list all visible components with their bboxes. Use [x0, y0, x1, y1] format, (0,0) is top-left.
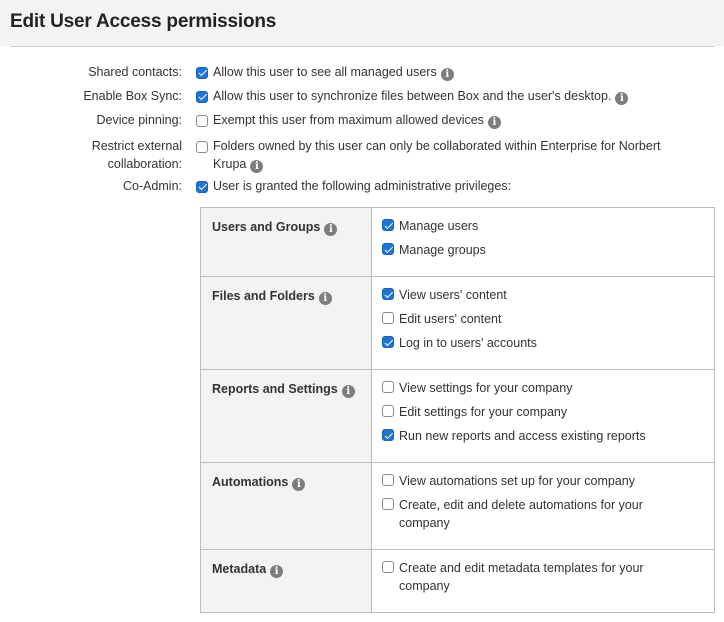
category-label: Reports and Settings — [212, 382, 338, 396]
privilege-row-metadata: Metadata i Create and edit metadata templ… — [200, 549, 715, 613]
checkbox-box[interactable] — [382, 381, 394, 393]
page-title: Edit User Access permissions — [10, 11, 277, 32]
privilege-option[interactable]: Edit users' content — [382, 310, 704, 328]
setting-text-wrapper: Allow this user to synchronize files bet… — [213, 87, 718, 105]
privilege-option[interactable]: Edit settings for your company — [382, 403, 704, 421]
box-sync-checkbox[interactable] — [196, 88, 208, 103]
setting-label: Shared contacts: — [88, 65, 182, 79]
checkbox-box[interactable] — [196, 140, 208, 153]
privilege-category: Automations i — [200, 462, 372, 550]
setting-text-wrapper: Folders owned by this user can only be c… — [213, 137, 683, 173]
co-admin-checkbox[interactable] — [196, 178, 208, 193]
privilege-option[interactable]: Create, edit and delete automations for … — [382, 496, 652, 532]
info-icon[interactable]: i — [487, 116, 501, 129]
checkbox-box[interactable] — [382, 429, 394, 441]
checkbox-box[interactable] — [382, 243, 394, 255]
privilege-row-files-folders: Files and Folders i View users' content E… — [200, 276, 715, 370]
privileges-table: Users and Groups i Manage users Manage gr… — [200, 207, 715, 613]
privilege-options: Manage users Manage groups — [371, 207, 715, 277]
option-label: View settings for your company — [399, 381, 573, 395]
privilege-category: Reports and Settings i — [200, 369, 372, 463]
checkbox-box[interactable] — [196, 180, 208, 193]
checkbox-box[interactable] — [382, 405, 394, 417]
privilege-option[interactable]: Create and edit metadata templates for y… — [382, 559, 652, 595]
setting-label: Co-Admin: — [122, 179, 182, 193]
option-label: Edit users' content — [399, 312, 502, 326]
restrict-external-checkbox[interactable] — [196, 138, 208, 153]
device-pinning-checkbox[interactable] — [196, 112, 208, 127]
privilege-row-reports-settings: Reports and Settings i View settings for … — [200, 369, 715, 463]
setting-label: Device pinning: — [96, 113, 182, 127]
privilege-options: Create and edit metadata templates for y… — [371, 549, 715, 613]
privilege-option[interactable]: Manage users — [382, 217, 704, 235]
privilege-option[interactable]: Manage groups — [382, 241, 704, 259]
info-icon[interactable]: i — [440, 68, 454, 81]
header-bar: Edit User Access permissions — [0, 0, 724, 46]
setting-text: Exempt this user from maximum allowed de… — [213, 113, 484, 127]
info-icon[interactable]: i — [341, 385, 355, 398]
privilege-option[interactable]: View settings for your company — [382, 379, 704, 397]
checkbox-box[interactable] — [382, 474, 394, 486]
option-label: Log in to users' accounts — [399, 336, 537, 350]
option-label: View users' content — [399, 288, 507, 302]
option-label: Edit settings for your company — [399, 405, 568, 419]
setting-row-device-pinning: Device pinning: Exempt this user from ma… — [0, 111, 724, 129]
option-label: Create and edit metadata templates for y… — [399, 561, 644, 593]
setting-row-restrict-external: Restrict external collaboration: Folders… — [0, 137, 724, 173]
privilege-row-automations: Automations i View automations set up for… — [200, 462, 715, 550]
header-divider — [10, 46, 714, 47]
setting-label: Enable Box Sync: — [83, 89, 182, 103]
option-label: Manage users — [399, 219, 479, 233]
privilege-row-users-groups: Users and Groups i Manage users Manage gr… — [200, 207, 715, 277]
info-icon[interactable]: i — [318, 292, 332, 305]
option-label: Create, edit and delete automations for … — [399, 498, 643, 530]
info-icon[interactable]: i — [324, 223, 338, 236]
category-label: Metadata — [212, 562, 267, 576]
category-label: Automations — [212, 475, 289, 489]
setting-text: Folders owned by this user can only be c… — [213, 139, 661, 171]
setting-row-box-sync: Enable Box Sync: Allow this user to sync… — [0, 87, 724, 105]
checkbox-box[interactable] — [382, 498, 394, 510]
checkbox-box[interactable] — [196, 90, 208, 103]
privilege-option[interactable]: Run new reports and access existing repo… — [382, 427, 704, 445]
setting-text-wrapper: Exempt this user from maximum allowed de… — [213, 111, 683, 129]
setting-row-shared-contacts: Shared contacts: Allow this user to see … — [0, 63, 724, 81]
shared-contacts-checkbox[interactable] — [196, 64, 208, 79]
checkbox-box[interactable] — [382, 288, 394, 300]
category-label: Files and Folders — [212, 289, 315, 303]
checkbox-box[interactable] — [382, 561, 394, 573]
setting-text-wrapper: Allow this user to see all managed users… — [213, 63, 683, 81]
privilege-option[interactable]: View users' content — [382, 286, 704, 304]
category-label: Users and Groups — [212, 220, 321, 234]
setting-text: User is granted the following administra… — [213, 179, 512, 193]
checkbox-box[interactable] — [196, 114, 208, 127]
setting-text: Allow this user to synchronize files bet… — [213, 89, 612, 103]
privilege-category: Users and Groups i — [200, 207, 372, 277]
checkbox-box[interactable] — [382, 312, 394, 324]
privilege-options: View users' content Edit users' content … — [371, 276, 715, 370]
privilege-category: Metadata i — [200, 549, 372, 613]
setting-row-co-admin: Co-Admin: User is granted the following … — [0, 177, 724, 195]
info-icon[interactable]: i — [270, 565, 284, 578]
checkbox-box[interactable] — [382, 336, 394, 348]
option-label: Manage groups — [399, 243, 486, 257]
checkbox-box[interactable] — [382, 219, 394, 231]
privilege-options: View settings for your company Edit sett… — [371, 369, 715, 463]
privilege-option[interactable]: View automations set up for your company — [382, 472, 704, 490]
privilege-category: Files and Folders i — [200, 276, 372, 370]
setting-label: Restrict external collaboration: — [91, 139, 182, 171]
info-icon[interactable]: i — [250, 160, 264, 173]
setting-text: Allow this user to see all managed users — [213, 65, 437, 79]
option-label: Run new reports and access existing repo… — [399, 429, 646, 443]
privilege-option[interactable]: Log in to users' accounts — [382, 334, 704, 352]
privilege-options: View automations set up for your company… — [371, 462, 715, 550]
info-icon[interactable]: i — [292, 478, 306, 491]
option-label: View automations set up for your company — [399, 474, 636, 488]
checkbox-box[interactable] — [196, 66, 208, 79]
info-icon[interactable]: i — [615, 92, 629, 105]
